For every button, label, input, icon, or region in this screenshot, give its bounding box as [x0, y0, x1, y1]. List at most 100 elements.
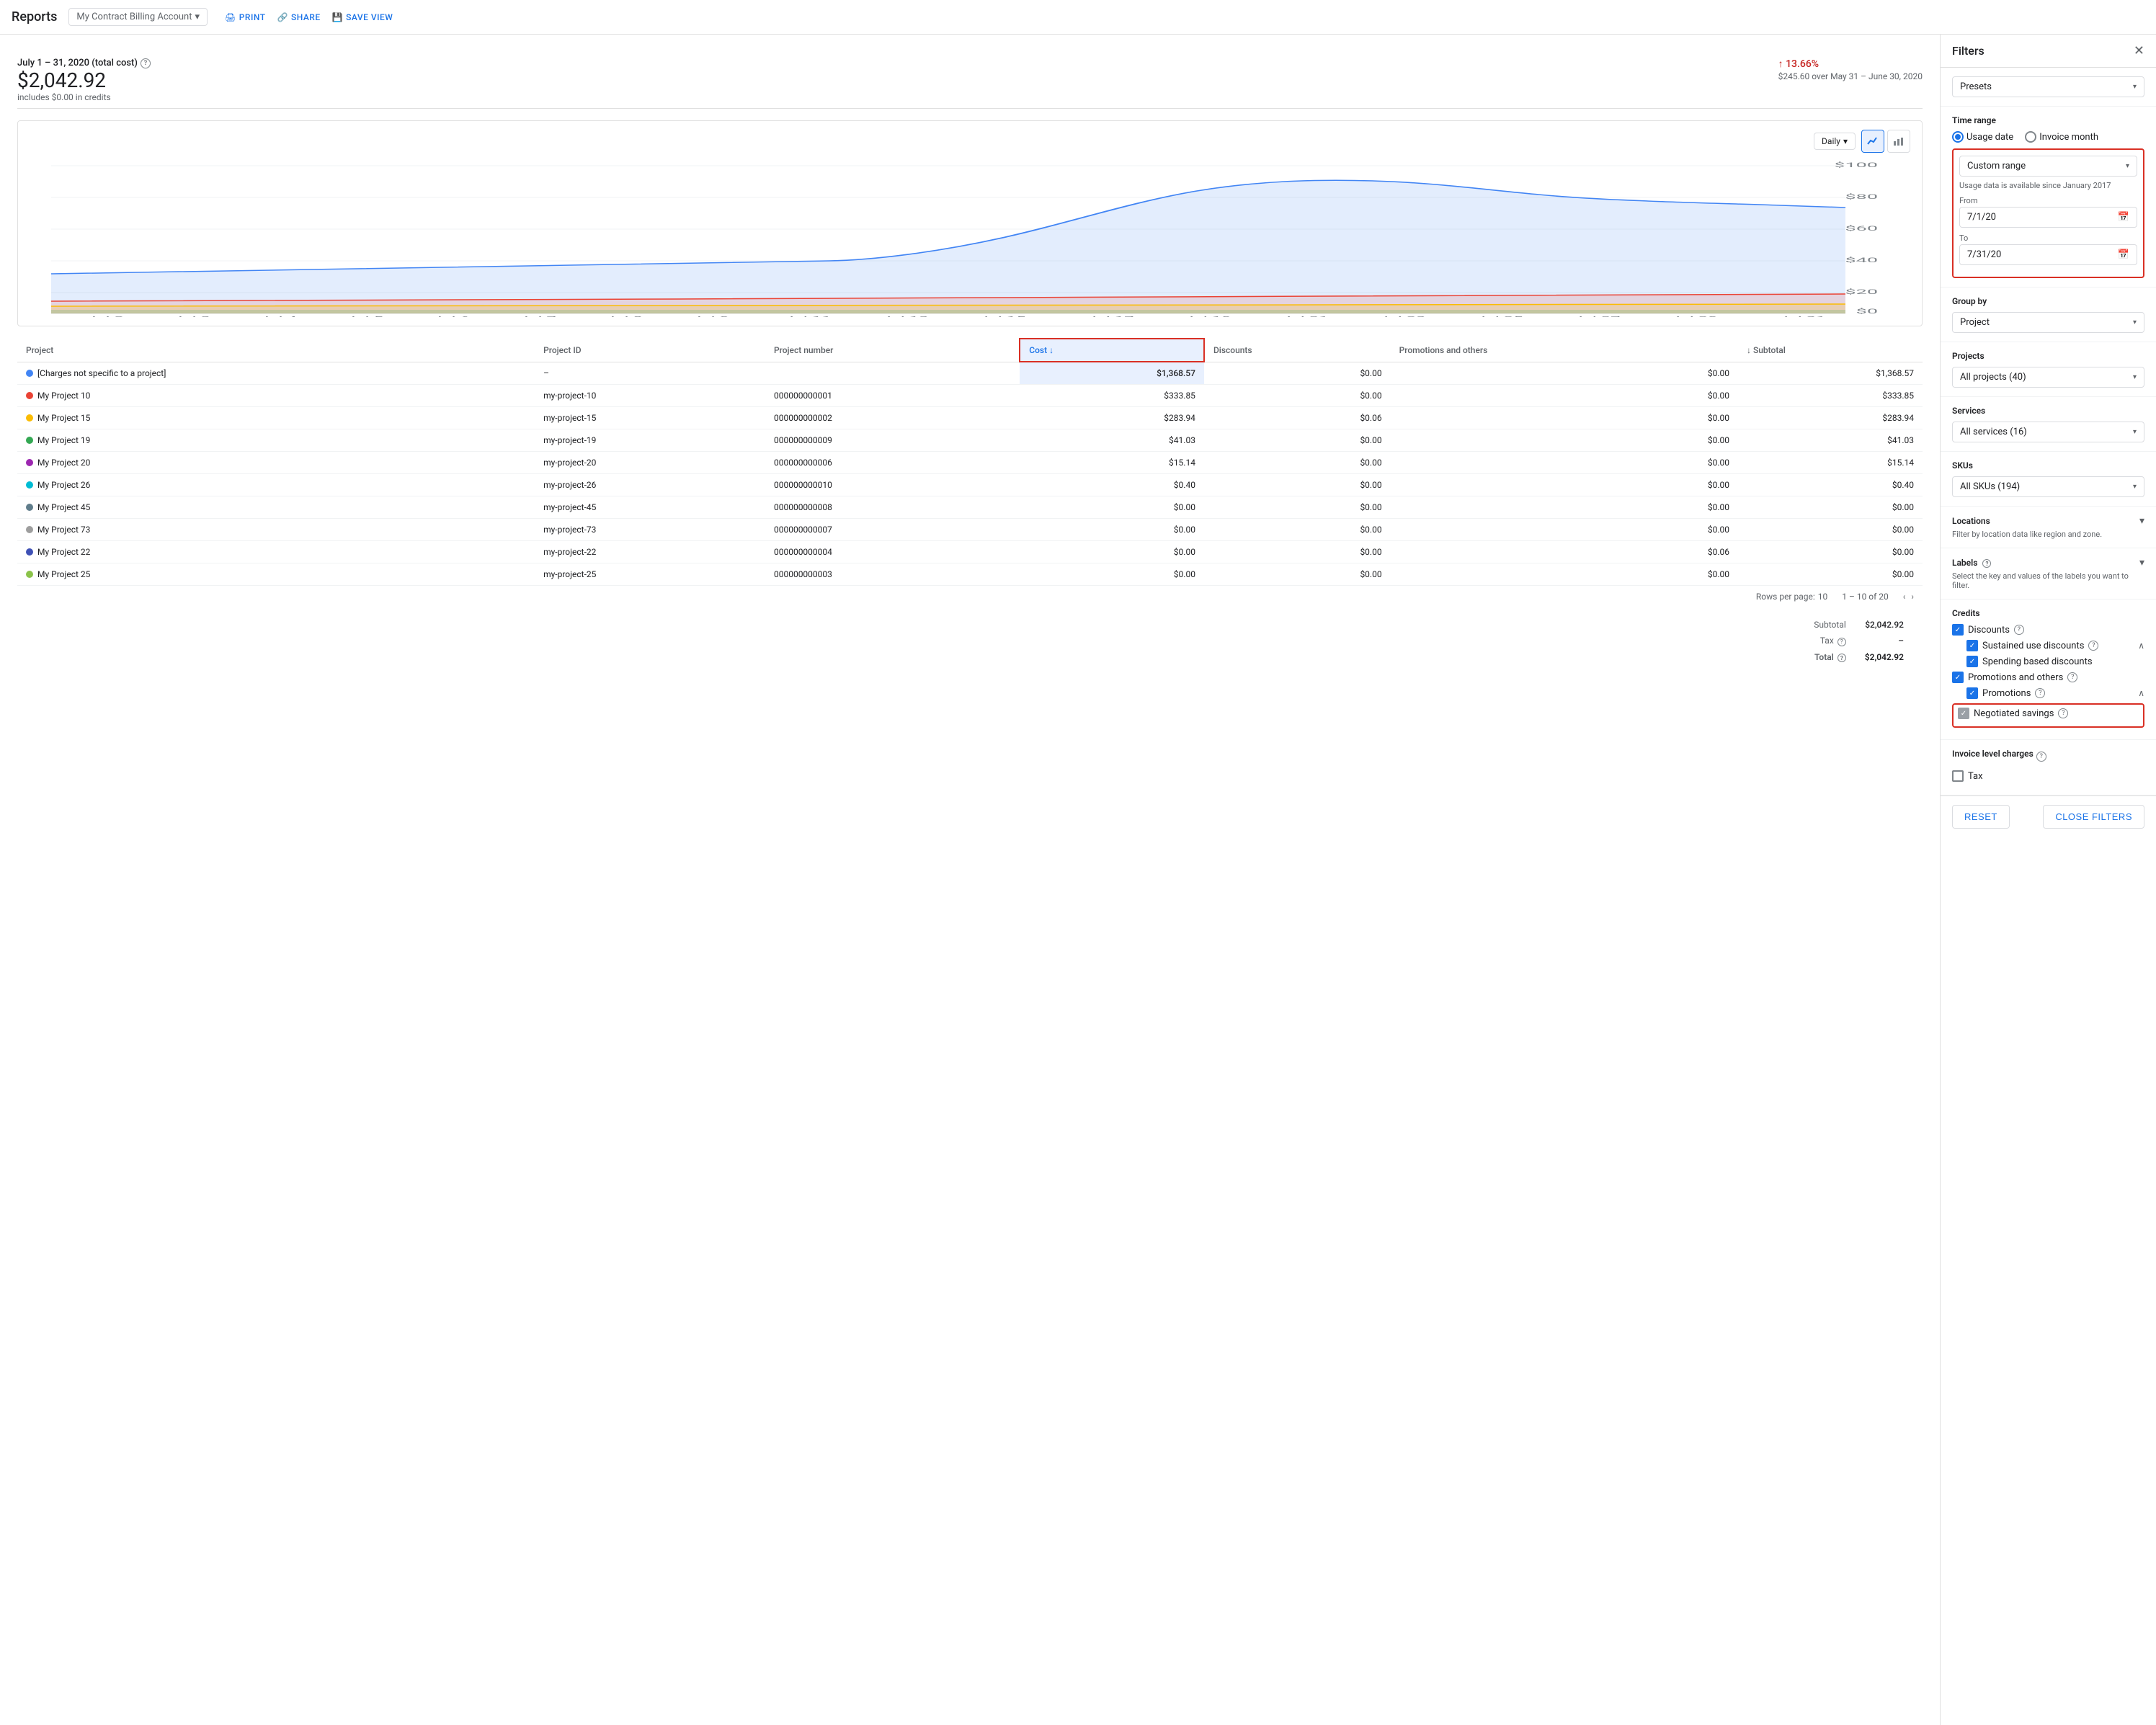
services-section: Services All services (16) ▾ — [1941, 397, 2156, 452]
invoice-month-radio[interactable]: Invoice month — [2025, 131, 2098, 143]
project-number-cell — [765, 362, 1020, 385]
period-selector[interactable]: Daily ▾ — [1814, 133, 1856, 150]
line-chart-button[interactable] — [1861, 130, 1884, 153]
filters-header: Filters ✕ — [1941, 35, 2156, 68]
presets-label: Presets — [1960, 81, 1992, 92]
svg-text:Jul 17: Jul 17 — [1087, 316, 1133, 317]
filters-close-button[interactable]: ✕ — [2134, 43, 2144, 58]
save-view-button[interactable]: 💾 SAVE VIEW — [332, 12, 393, 22]
col-project-number: Project number — [765, 339, 1020, 362]
from-date-input[interactable]: 7/1/20 📅 — [1959, 207, 2137, 228]
subtotal-cell: $15.14 — [1738, 452, 1923, 474]
project-id-cell: my-project-45 — [535, 496, 765, 519]
promotions-checkbox[interactable]: ✓ — [1952, 672, 1964, 683]
project-id-cell: my-project-10 — [535, 385, 765, 407]
custom-range-dropdown[interactable]: Custom range ▾ — [1959, 156, 2137, 177]
summary-left: July 1 – 31, 2020 (total cost) ? $2,042.… — [17, 58, 151, 102]
project-number-cell: 000000000006 — [765, 452, 1020, 474]
tax-row: Tax — [1952, 770, 2144, 782]
sustained-use-collapse-icon[interactable]: ∧ — [2138, 641, 2144, 651]
project-number-cell: 000000000004 — [765, 541, 1020, 563]
promotions-cell: $0.00 — [1391, 496, 1738, 519]
discounts-cell: $0.00 — [1204, 452, 1391, 474]
svg-text:$60: $60 — [1845, 225, 1878, 233]
summary-section: July 1 – 31, 2020 (total cost) ? $2,042.… — [17, 46, 1923, 109]
usage-date-radio[interactable]: Usage date — [1952, 131, 2013, 143]
discounts-cell: $0.00 — [1204, 362, 1391, 385]
sustained-use-row: ✓ Sustained use discounts ? ∧ — [1966, 640, 2144, 651]
save-icon: 💾 — [332, 12, 343, 22]
reset-button[interactable]: RESET — [1952, 805, 2010, 829]
share-button[interactable]: 🔗 SHARE — [277, 12, 321, 22]
svg-text:$100: $100 — [1834, 161, 1878, 169]
help-icon[interactable]: ? — [141, 58, 151, 68]
promotions-help-icon[interactable]: ? — [2067, 672, 2077, 682]
rows-per-page-value[interactable]: 10 — [1818, 592, 1828, 602]
tax-checkbox[interactable] — [1952, 770, 1964, 782]
skus-section: SKUs All SKUs (194) ▾ — [1941, 452, 2156, 507]
billing-table: Project Project ID Project number Cost ↓… — [17, 338, 1923, 586]
sustained-use-help-icon[interactable]: ? — [2088, 641, 2098, 651]
print-button[interactable]: 🖨 PRINT — [225, 12, 266, 22]
chart-area: $100 $80 $60 $40 $20 $0 — [30, 159, 1910, 317]
total-value: $2,042.92 — [1856, 650, 1912, 665]
tax-label: Tax — [1968, 771, 1983, 782]
promotions-sub-checkbox[interactable]: ✓ — [1966, 687, 1978, 699]
discounts-checkbox[interactable]: ✓ — [1952, 624, 1964, 636]
prev-page-button[interactable]: ‹ — [1903, 592, 1906, 602]
promotions-sub-help-icon[interactable]: ? — [2035, 688, 2045, 698]
services-dropdown[interactable]: All services (16) ▾ — [1952, 422, 2144, 442]
cost-cell: $15.14 — [1020, 452, 1204, 474]
invoice-charges-help-icon[interactable]: ? — [2036, 752, 2046, 762]
project-cell: My Project 19 — [17, 429, 535, 452]
negotiated-savings-box: ✓ Negotiated savings ? — [1952, 703, 2144, 728]
svg-text:Jul 3: Jul 3 — [173, 316, 210, 317]
credits-section: Credits ✓ Discounts ? ✓ Sustained use di… — [1941, 599, 2156, 740]
project-id-cell: my-project-73 — [535, 519, 765, 541]
skus-dropdown[interactable]: All SKUs (194) ▾ — [1952, 476, 2144, 497]
svg-text:Jul 31: Jul 31 — [1778, 316, 1825, 317]
svg-text:Jul 4: Jul 4 — [259, 316, 297, 317]
promotions-row: ✓ Promotions and others ? — [1952, 672, 2144, 683]
usage-date-label: Usage date — [1966, 132, 2013, 143]
discounts-help-icon[interactable]: ? — [2014, 625, 2024, 635]
discounts-label: Discounts — [1968, 625, 2010, 636]
presets-dropdown[interactable]: Presets ▾ — [1952, 76, 2144, 97]
table-row: My Project 10my-project-10000000000001$3… — [17, 385, 1923, 407]
total-label: Total ? — [1805, 650, 1855, 665]
total-help-icon[interactable]: ? — [1838, 654, 1846, 662]
to-date-input[interactable]: 7/31/20 📅 — [1959, 244, 2137, 265]
svg-text:Jul 29: Jul 29 — [1670, 316, 1717, 317]
projects-section: Projects All projects (40) ▾ — [1941, 342, 2156, 397]
locations-header[interactable]: Locations ▾ — [1952, 515, 2144, 527]
bar-chart-button[interactable] — [1887, 130, 1910, 153]
presets-chevron-icon: ▾ — [2133, 83, 2137, 91]
account-selector[interactable]: My Contract Billing Account ▾ — [68, 8, 208, 26]
project-cell: My Project 22 — [17, 541, 535, 563]
promotions-cell: $0.00 — [1391, 452, 1738, 474]
negotiated-savings-label: Negotiated savings — [1974, 708, 2054, 719]
negotiated-savings-checkbox[interactable]: ✓ — [1958, 708, 1969, 719]
col-cost[interactable]: Cost ↓ — [1020, 339, 1204, 362]
subtotal-cell: $1,368.57 — [1738, 362, 1923, 385]
next-page-button[interactable]: › — [1911, 592, 1914, 602]
promotions-collapse-icon[interactable]: ∧ — [2138, 688, 2144, 698]
sustained-use-checkbox[interactable]: ✓ — [1966, 640, 1978, 651]
negotiated-savings-help-icon[interactable]: ? — [2058, 708, 2068, 718]
close-filters-button[interactable]: CLOSE FILTERS — [2043, 805, 2144, 829]
tax-help-icon[interactable]: ? — [1838, 638, 1846, 646]
cost-cell: $0.00 — [1020, 519, 1204, 541]
discounts-cell: $0.00 — [1204, 385, 1391, 407]
discounts-cell: $0.00 — [1204, 541, 1391, 563]
projects-dropdown[interactable]: All projects (40) ▾ — [1952, 367, 2144, 388]
table-row: My Project 25my-project-25000000000003$0… — [17, 563, 1923, 586]
labels-header[interactable]: Labels ? ▾ — [1952, 557, 2144, 569]
svg-text:Jul 15: Jul 15 — [979, 316, 1025, 317]
labels-title: Labels ? — [1952, 558, 1991, 569]
labels-help-icon[interactable]: ? — [1982, 559, 1991, 568]
group-by-dropdown[interactable]: Project ▾ — [1952, 312, 2144, 333]
calendar-icon: 📅 — [2118, 212, 2129, 223]
discounts-cell: $0.06 — [1204, 407, 1391, 429]
spending-based-checkbox[interactable]: ✓ — [1966, 656, 1978, 667]
projects-chevron-icon: ▾ — [2133, 373, 2137, 381]
